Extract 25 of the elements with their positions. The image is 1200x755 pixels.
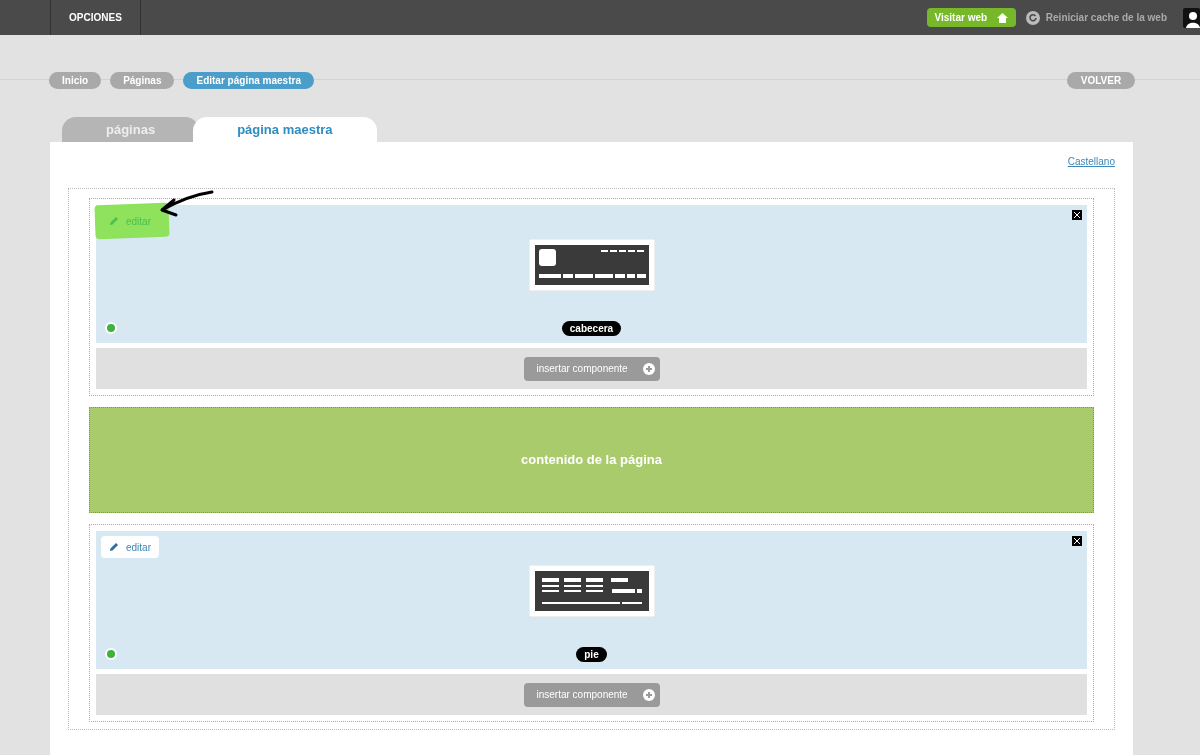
breadcrumb-pill[interactable]: Inicio (49, 72, 102, 89)
back-button[interactable]: VOLVER (1067, 72, 1135, 89)
pencil-icon (109, 542, 119, 552)
content-label: contenido de la página (521, 451, 662, 470)
edit-button[interactable]: editar (101, 536, 159, 558)
section-name-label: pie (576, 647, 607, 662)
visit-web-button[interactable]: Visitar web (926, 8, 1016, 27)
pencil-icon (109, 216, 119, 226)
user-icon[interactable] (1183, 7, 1200, 28)
insert-component-button[interactable]: insertar componente (523, 356, 660, 381)
refresh-icon (1025, 10, 1040, 25)
breadcrumb-pill[interactable]: Páginas (110, 72, 175, 89)
close-icon[interactable] (1072, 210, 1082, 220)
reset-cache-link[interactable]: Reiniciar cache de la web (1025, 10, 1167, 25)
options-menu-tab[interactable]: OPCIONES (50, 0, 141, 35)
insert-component-button[interactable]: insertar componente (523, 682, 660, 707)
plus-circle-icon (642, 362, 655, 375)
plus-circle-icon (642, 688, 655, 701)
section-name-label: cabecera (561, 321, 622, 336)
language-link[interactable]: Castellano (1067, 154, 1115, 188)
home-icon (997, 12, 1009, 23)
close-icon[interactable] (1072, 536, 1082, 546)
arrow-annotation (158, 190, 214, 218)
section-tab[interactable]: página maestra (193, 117, 377, 142)
breadcrumb-pill[interactable]: Editar página maestra (183, 72, 314, 89)
